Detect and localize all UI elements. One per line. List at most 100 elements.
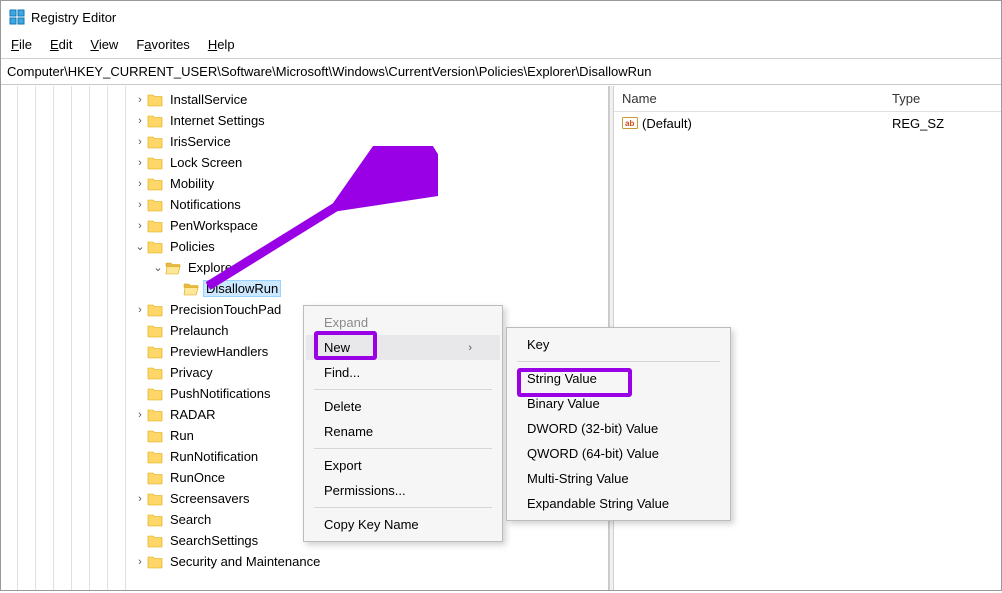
tree-item-label: Screensavers	[167, 490, 252, 507]
chevron-right-icon[interactable]: ›	[133, 493, 147, 505]
chevron-right-icon[interactable]: ›	[133, 220, 147, 232]
tree-item[interactable]: ›Notifications	[1, 194, 608, 215]
chevron-right-icon[interactable]: ›	[133, 556, 147, 568]
chevron-right-icon[interactable]: ›	[133, 409, 147, 421]
folder-icon	[147, 176, 163, 192]
context-menu-item[interactable]: New›	[306, 335, 500, 360]
context-menu-item[interactable]: Find...	[306, 360, 500, 385]
folder-icon	[147, 323, 163, 339]
context-menu-label: Binary Value	[527, 396, 600, 411]
tree-item-label: PrecisionTouchPad	[167, 301, 284, 318]
context-menu-label: Find...	[324, 365, 360, 380]
tree-item-label: RunOnce	[167, 469, 228, 486]
context-menu-item[interactable]: Copy Key Name	[306, 512, 500, 537]
tree-item[interactable]: › Internet Settings	[1, 110, 608, 131]
context-menu-label: Key	[527, 337, 549, 352]
address-bar[interactable]: Computer\HKEY_CURRENT_USER\Software\Micr…	[1, 59, 1001, 85]
tree-item[interactable]: › IrisService	[1, 131, 608, 152]
context-menu-label: New	[324, 340, 350, 355]
chevron-right-icon[interactable]: ›	[133, 157, 147, 169]
tree-item-label: InstallService	[167, 91, 250, 108]
tree-item-label: Run	[167, 427, 197, 444]
values-header: Name Type	[614, 86, 1001, 112]
column-name[interactable]: Name	[614, 87, 884, 110]
chevron-right-icon[interactable]: ›	[133, 199, 147, 211]
tree-item[interactable]: › InstallService	[1, 89, 608, 110]
folder-icon	[147, 344, 163, 360]
chevron-right-icon[interactable]: ›	[133, 115, 147, 127]
context-menu-label: QWORD (64-bit) Value	[527, 446, 659, 461]
context-menu-label: Rename	[324, 424, 373, 439]
context-menu-item[interactable]: QWORD (64-bit) Value	[509, 441, 728, 466]
tree-item-label: PushNotifications	[167, 385, 273, 402]
context-menu-label: Delete	[324, 399, 362, 414]
tree-item-label: PenWorkspace	[167, 217, 261, 234]
value-row[interactable]: (Default) REG_SZ	[614, 112, 1001, 134]
folder-open-icon	[183, 281, 199, 297]
tree-item[interactable]: › PenWorkspace	[1, 215, 608, 236]
tree-item-label: RunNotification	[167, 448, 261, 465]
context-menu-item[interactable]: Export	[306, 453, 500, 478]
folder-icon	[147, 92, 163, 108]
context-menu-item[interactable]: Multi-String Value	[509, 466, 728, 491]
folder-icon	[147, 386, 163, 402]
context-menu[interactable]: ExpandNew› Find... Delete Rename Export Permi…	[303, 305, 503, 542]
context-menu-item[interactable]: Binary Value	[509, 391, 728, 416]
column-type[interactable]: Type	[884, 87, 1001, 110]
folder-icon	[147, 449, 163, 465]
chevron-right-icon[interactable]: ›	[133, 304, 147, 316]
folder-icon	[147, 428, 163, 444]
value-name: (Default)	[642, 116, 692, 131]
tree-item-label: PreviewHandlers	[167, 343, 271, 360]
menu-separator	[314, 448, 492, 449]
tree-item[interactable]: › Mobility	[1, 173, 608, 194]
menu-edit[interactable]: Edit	[50, 37, 72, 52]
menu-help[interactable]: Help	[208, 37, 235, 52]
context-menu-item[interactable]: String Value	[509, 366, 728, 391]
window-title: Registry Editor	[31, 10, 116, 25]
value-type: REG_SZ	[884, 116, 1001, 131]
folder-icon	[147, 470, 163, 486]
tree-item[interactable]: ⌄ Policies	[1, 236, 608, 257]
context-menu-item[interactable]: Permissions...	[306, 478, 500, 503]
chevron-right-icon[interactable]: ›	[133, 94, 147, 106]
folder-icon	[147, 113, 163, 129]
context-menu-item[interactable]: Key	[509, 332, 728, 357]
tree-item-label: Privacy	[167, 364, 216, 381]
chevron-right-icon[interactable]: ›	[133, 136, 147, 148]
menu-file[interactable]: File	[11, 37, 32, 52]
chevron-down-icon[interactable]: ⌄	[133, 240, 147, 253]
menu-view[interactable]: View	[90, 37, 118, 52]
titlebar: Registry Editor	[1, 1, 1001, 33]
folder-icon	[147, 134, 163, 150]
tree-item-label: Internet Settings	[167, 112, 268, 129]
tree-item-label: Security and Maintenance	[167, 553, 323, 570]
context-menu-label: DWORD (32-bit) Value	[527, 421, 658, 436]
tree-item-label: SearchSettings	[167, 532, 261, 549]
context-menu-label: Permissions...	[324, 483, 406, 498]
tree-item-label: Policies	[167, 238, 218, 255]
tree-item[interactable]: ⌄ Explorer	[1, 257, 608, 278]
context-submenu-new[interactable]: Key String Value Binary Value DWORD (32-bit…	[506, 327, 731, 521]
context-menu-item[interactable]: Rename	[306, 419, 500, 444]
folder-icon	[147, 365, 163, 381]
address-text: Computer\HKEY_CURRENT_USER\Software\Micr…	[7, 64, 651, 79]
regedit-icon	[9, 9, 25, 25]
context-menu-item[interactable]: DWORD (32-bit) Value	[509, 416, 728, 441]
folder-icon	[147, 302, 163, 318]
tree-item-label: IrisService	[167, 133, 234, 150]
tree-item[interactable]: ›Lock Screen	[1, 152, 608, 173]
tree-item-label: Mobility	[167, 175, 217, 192]
context-menu-item: Expand	[306, 310, 500, 335]
context-menu-item[interactable]: Expandable String Value	[509, 491, 728, 516]
tree-item-label: Explorer	[185, 259, 239, 276]
context-menu-label: Export	[324, 458, 362, 473]
folder-icon	[147, 197, 163, 213]
folder-icon	[147, 155, 163, 171]
chevron-down-icon[interactable]: ⌄	[151, 261, 165, 274]
menu-favorites[interactable]: Favorites	[136, 37, 189, 52]
tree-item[interactable]: DisallowRun	[1, 278, 608, 299]
chevron-right-icon[interactable]: ›	[133, 178, 147, 190]
tree-item[interactable]: › Security and Maintenance	[1, 551, 608, 572]
context-menu-item[interactable]: Delete	[306, 394, 500, 419]
